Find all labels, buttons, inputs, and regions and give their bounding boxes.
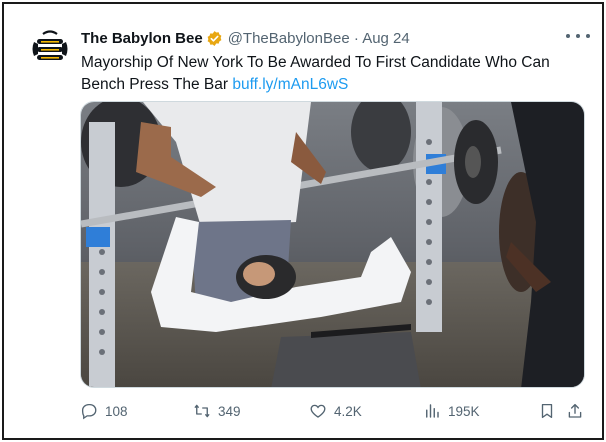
views-action[interactable]: 195K [423, 399, 480, 423]
like-count: 4.2K [334, 403, 362, 419]
verified-badge-icon [206, 30, 223, 47]
tweet-header: The Babylon Bee @TheBabylonBee · Aug 24 [81, 28, 410, 48]
analytics-icon [426, 404, 439, 418]
babylon-bee-logo-avatar[interactable] [30, 26, 70, 66]
tweet-link[interactable]: buff.ly/mAnL6wS [232, 76, 348, 93]
heart-icon [310, 404, 326, 418]
tweet-actions: 108 349 4.2K 195K [80, 399, 590, 423]
bookmark-action[interactable] [538, 399, 556, 423]
tweet-date[interactable]: Aug 24 [362, 30, 410, 47]
retweet-icon [194, 404, 210, 418]
reply-icon [81, 403, 97, 420]
share-icon [568, 403, 582, 418]
tweet-text: Mayorship Of New York To Be Awarded To F… [81, 52, 591, 96]
retweet-count: 349 [218, 403, 241, 419]
retweet-action[interactable]: 349 [193, 399, 241, 423]
tweet-media-image[interactable] [80, 101, 585, 388]
view-count: 195K [448, 403, 480, 419]
tweet-card[interactable]: The Babylon Bee @TheBabylonBee · Aug 24 … [2, 2, 604, 440]
bookmark-icon [541, 403, 553, 419]
like-action[interactable]: 4.2K [309, 399, 362, 423]
meta-separator: · [353, 29, 359, 47]
author-name[interactable]: The Babylon Bee [81, 30, 203, 47]
share-action[interactable] [566, 399, 584, 423]
more-options-icon[interactable] [566, 28, 590, 44]
author-handle[interactable]: @TheBabylonBee [228, 30, 350, 47]
reply-action[interactable]: 108 [80, 399, 128, 423]
reply-count: 108 [105, 403, 128, 419]
